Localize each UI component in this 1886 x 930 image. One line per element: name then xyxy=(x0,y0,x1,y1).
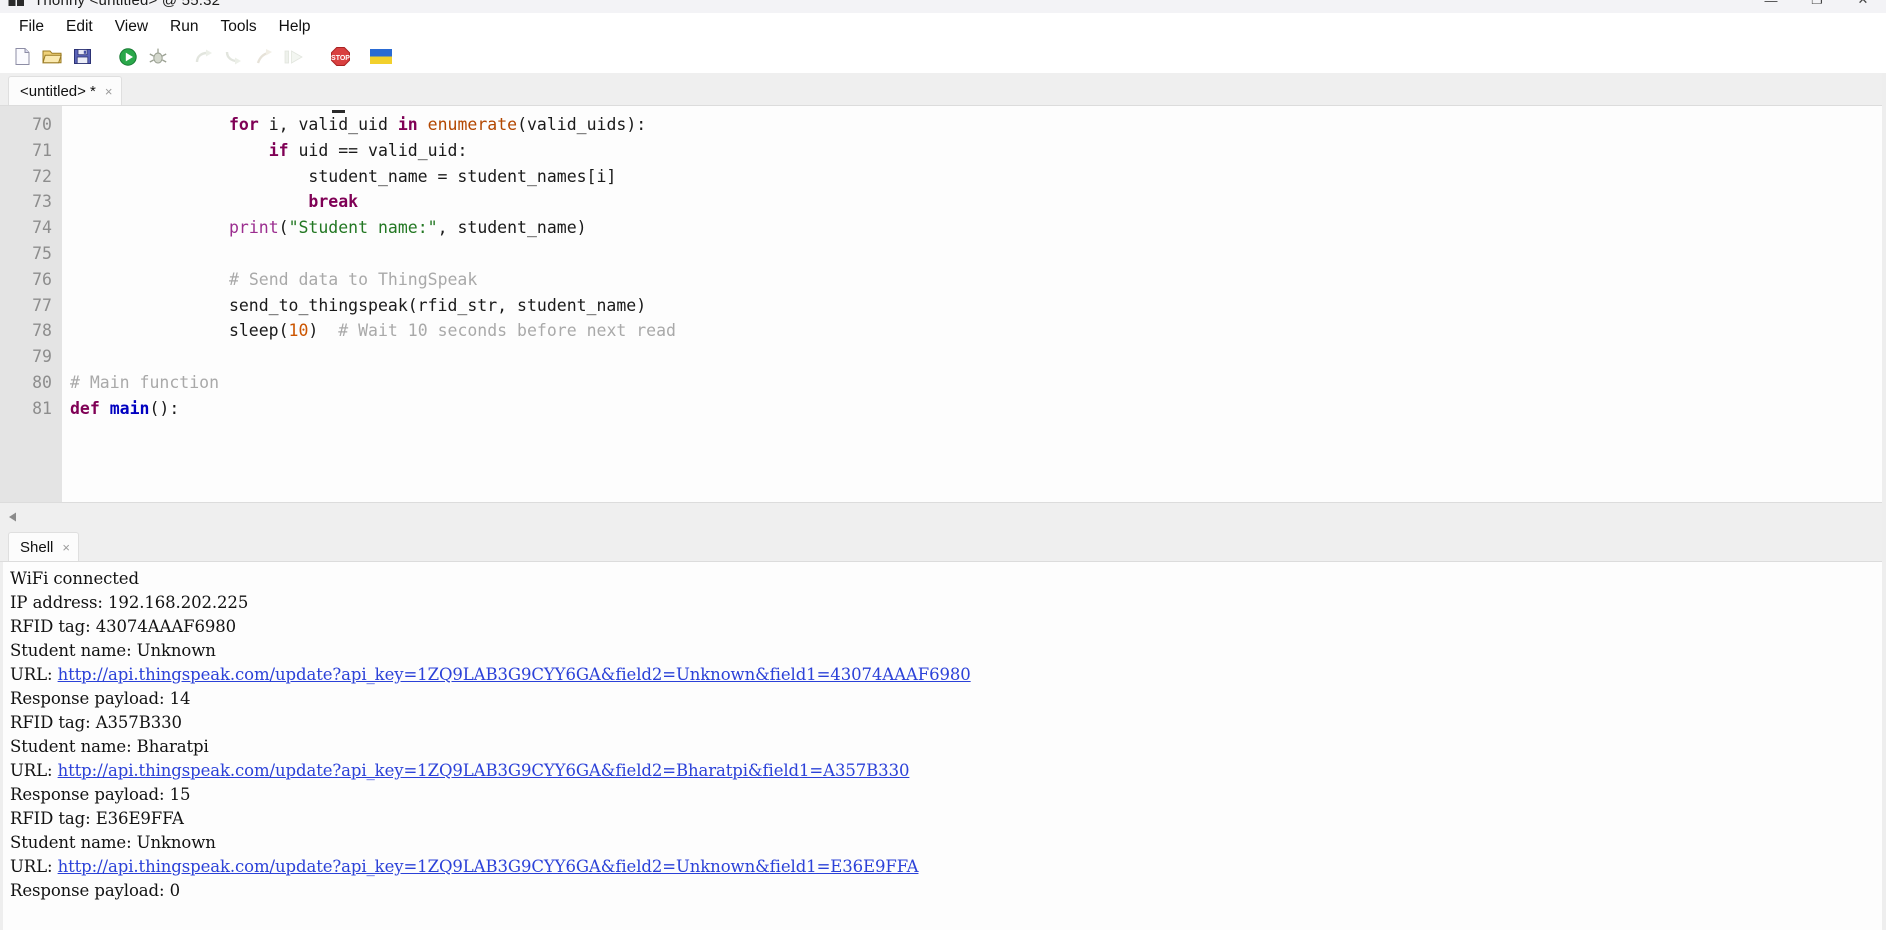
right-edge-strip xyxy=(1882,73,1886,930)
shell-url-link[interactable]: http://api.thingspeak.com/update?api_key… xyxy=(58,665,971,684)
line-number: 74 xyxy=(32,218,52,238)
shell-line-prefix: URL: xyxy=(10,857,58,876)
code-line[interactable]: student_name = student_names[i] xyxy=(70,164,1886,190)
shell-panel: Shell × WiFi connected IP address: 192.16… xyxy=(0,530,1886,930)
shell-line: URL: http://api.thingspeak.com/update?ap… xyxy=(10,759,1886,783)
shell-line: Student name: Bharatpi xyxy=(10,737,209,756)
code-line[interactable] xyxy=(70,344,1886,370)
line-number: 70 xyxy=(32,115,52,134)
shell-tab-label: Shell xyxy=(20,538,54,556)
code-line[interactable]: send_to_thingspeak(rfid_str, student_nam… xyxy=(70,293,1886,319)
shell-line: RFID tag: E36E9FFA xyxy=(10,809,184,828)
code-line[interactable]: for i, valid_uid in enumerate(valid_uids… xyxy=(70,112,1886,138)
svg-text:STOP: STOP xyxy=(331,55,350,62)
line-number: 78 xyxy=(32,321,52,341)
window-controls: — ❐ ✕ xyxy=(1748,0,1886,13)
code-editor[interactable]: 70 71 72 73 74 75 76 77 78 79 80 81 for i, valid_ui… xyxy=(0,105,1886,502)
line-number: 76 xyxy=(32,269,52,289)
menu-run[interactable]: Run xyxy=(159,15,209,39)
minimize-button[interactable]: — xyxy=(1748,0,1794,13)
shell-output[interactable]: WiFi connected IP address: 192.168.202.22… xyxy=(0,561,1886,930)
shell-line: Response payload: 14 xyxy=(10,689,191,708)
step-into-icon[interactable] xyxy=(219,44,249,70)
shell-line: Student name: Unknown xyxy=(10,641,216,660)
cursor-caret xyxy=(332,110,345,113)
code-line[interactable]: # Main function xyxy=(70,370,1886,396)
editor-tab-close-icon[interactable]: × xyxy=(105,85,113,98)
editor-tabstrip: <untitled> * × xyxy=(0,73,1886,105)
code-content[interactable]: for i, valid_uid in enumerate(valid_uids… xyxy=(62,106,1886,502)
thonny-logo-icon xyxy=(8,0,25,9)
line-number: 73 xyxy=(32,192,52,212)
shell-line: Response payload: 15 xyxy=(10,785,191,804)
shell-line: Response payload: 0 xyxy=(10,881,180,900)
shell-line: WiFi connected xyxy=(10,569,139,588)
shell-line: Student name: Unknown xyxy=(10,833,216,852)
line-number: 72 xyxy=(32,166,52,186)
editor-horizontal-scrollbar[interactable] xyxy=(0,502,1886,530)
code-line[interactable]: if uid == valid_uid: xyxy=(70,138,1886,164)
window-title: Thonny <untitled> @ 55:32 xyxy=(34,0,221,9)
shell-line: RFID tag: 43074AAAF6980 xyxy=(10,617,237,636)
maximize-button[interactable]: ❐ xyxy=(1794,0,1840,13)
line-number: 81 xyxy=(32,398,52,418)
shell-line-prefix: URL: xyxy=(10,761,58,780)
save-icon[interactable] xyxy=(67,44,97,70)
shell-tabstrip: Shell × xyxy=(0,530,1886,561)
step-over-icon[interactable] xyxy=(189,44,219,70)
menu-edit[interactable]: Edit xyxy=(55,15,104,39)
shell-line: URL: http://api.thingspeak.com/update?ap… xyxy=(10,855,1886,879)
line-number: 71 xyxy=(32,140,52,160)
code-line[interactable]: break xyxy=(70,189,1886,215)
menu-view[interactable]: View xyxy=(104,15,159,39)
editor-tab-untitled[interactable]: <untitled> * × xyxy=(8,76,122,105)
code-line[interactable]: # Send data to ThingSpeak xyxy=(70,267,1886,293)
shell-tab[interactable]: Shell × xyxy=(8,532,79,561)
line-number-gutter: 70 71 72 73 74 75 76 77 78 79 80 81 xyxy=(0,106,62,502)
shell-tab-close-icon[interactable]: × xyxy=(62,541,70,554)
code-line[interactable]: sleep(10) # Wait 10 seconds before next … xyxy=(70,318,1886,344)
resume-icon[interactable] xyxy=(279,44,309,70)
code-line[interactable]: print("Student name:", student_name) xyxy=(70,215,1886,241)
shell-line: IP address: 192.168.202.225 xyxy=(10,593,249,612)
code-line[interactable] xyxy=(70,241,1886,267)
menu-help[interactable]: Help xyxy=(268,15,322,39)
open-folder-icon[interactable] xyxy=(37,44,67,70)
menu-tools[interactable]: Tools xyxy=(209,15,267,39)
editor-tab-label: <untitled> * xyxy=(20,82,96,100)
stop-icon[interactable]: STOP xyxy=(325,44,355,70)
step-out-icon[interactable] xyxy=(249,44,279,70)
thonny-window: Thonny <untitled> @ 55:32 — ❐ ✕ File Edi… xyxy=(0,0,1886,930)
code-line[interactable]: def main(): xyxy=(70,396,1886,422)
shell-line: RFID tag: A357B330 xyxy=(10,713,182,732)
shell-line: URL: http://api.thingspeak.com/update?ap… xyxy=(10,663,1886,687)
shell-url-link[interactable]: http://api.thingspeak.com/update?api_key… xyxy=(58,761,910,780)
shell-left-margin xyxy=(0,562,3,930)
shell-url-link[interactable]: http://api.thingspeak.com/update?api_key… xyxy=(58,857,919,876)
shell-lines: WiFi connected IP address: 192.168.202.22… xyxy=(10,567,1886,903)
menu-bar: File Edit View Run Tools Help xyxy=(0,13,1886,40)
debug-icon[interactable] xyxy=(143,44,173,70)
title-bar: Thonny <untitled> @ 55:32 — ❐ ✕ xyxy=(0,0,1886,13)
run-icon[interactable] xyxy=(113,44,143,70)
line-number: 79 xyxy=(32,347,52,367)
shell-line-prefix: URL: xyxy=(10,665,58,684)
new-file-icon[interactable] xyxy=(7,44,37,70)
line-number: 77 xyxy=(32,295,52,315)
toolbar: STOP xyxy=(0,40,1886,73)
ukraine-flag-icon[interactable] xyxy=(366,44,396,70)
menu-file[interactable]: File xyxy=(8,15,55,39)
line-number: 80 xyxy=(32,372,52,392)
editor-panel: <untitled> * × 70 71 72 73 74 75 76 77 78 79 80 81 … xyxy=(0,73,1886,530)
scroll-left-arrow-icon[interactable] xyxy=(0,504,26,530)
line-number: 75 xyxy=(32,243,52,263)
close-button[interactable]: ✕ xyxy=(1840,0,1886,13)
